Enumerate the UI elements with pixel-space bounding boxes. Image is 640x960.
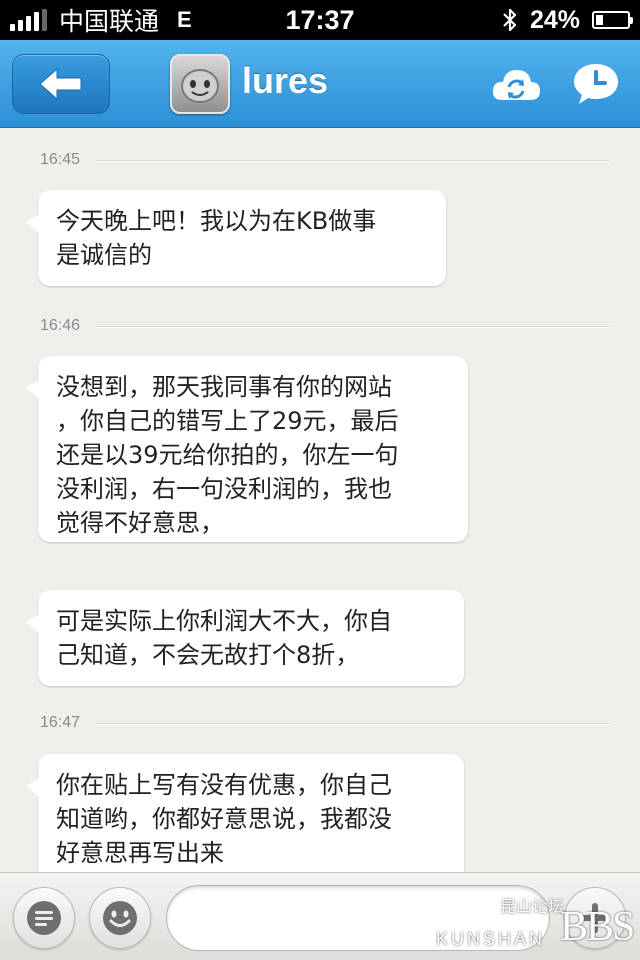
timestamp: 16:45 bbox=[40, 151, 81, 168]
emoji-button[interactable] bbox=[89, 887, 151, 949]
battery-percent: 24% bbox=[529, 5, 580, 34]
nav-bar: lures bbox=[0, 40, 640, 128]
message-bubble[interactable]: 没想到，那天我同事有你的网站 ，你自己的错写上了29元，最后 还是以39元给你拍… bbox=[26, 356, 468, 542]
input-toolbar: 昆山论坛 KUNSHAN BBS bbox=[0, 872, 640, 960]
message-bubble[interactable]: 可是实际上你利润大不大，你自 己知道，不会无故打个8折， bbox=[26, 590, 464, 686]
battery-icon bbox=[592, 11, 633, 29]
plus-icon bbox=[580, 903, 610, 933]
message-input[interactable] bbox=[166, 885, 550, 951]
smiley-icon bbox=[103, 901, 137, 935]
contact-avatar[interactable] bbox=[170, 54, 230, 114]
status-bar: 中国联通 E 17:37 24% bbox=[0, 0, 640, 40]
timestamp-row: 16:45 bbox=[40, 148, 610, 172]
network-type: E bbox=[177, 7, 192, 32]
timestamp-row: 16:46 bbox=[40, 314, 610, 338]
text-mode-button[interactable] bbox=[13, 887, 75, 949]
speech-lines-icon bbox=[27, 901, 61, 935]
clock-bubble-icon bbox=[574, 64, 618, 104]
timestamp: 16:46 bbox=[40, 317, 81, 334]
bluetooth-icon bbox=[503, 8, 517, 32]
message-bubble[interactable]: 今天晚上吧！我以为在KB做事 是诚信的 bbox=[26, 190, 446, 286]
back-button[interactable] bbox=[12, 54, 110, 114]
timestamp-divider bbox=[96, 722, 610, 724]
message-bubble[interactable]: 你在贴上写有没有优惠，你自己 知道哟，你都好意思说，我都没 好意思再写出来 bbox=[26, 754, 464, 872]
carrier-label: 中国联通 bbox=[59, 8, 160, 36]
refresh-button[interactable] bbox=[490, 62, 542, 106]
smiley-avatar-icon bbox=[181, 69, 219, 103]
history-button[interactable] bbox=[572, 60, 620, 108]
cloud-sync-icon bbox=[492, 70, 540, 100]
timestamp-row: 16:47 bbox=[40, 711, 610, 735]
arrow-left-icon bbox=[39, 67, 82, 101]
more-options-button[interactable] bbox=[564, 887, 626, 949]
chat-area[interactable]: 16:45 今天晚上吧！我以为在KB做事 是诚信的 16:46 没想到，那天我同… bbox=[0, 129, 640, 872]
timestamp-divider bbox=[96, 159, 610, 161]
timestamp-divider bbox=[96, 325, 610, 327]
timestamp: 16:47 bbox=[40, 714, 81, 731]
contact-name: lures bbox=[242, 60, 329, 101]
signal-icon bbox=[10, 9, 47, 31]
